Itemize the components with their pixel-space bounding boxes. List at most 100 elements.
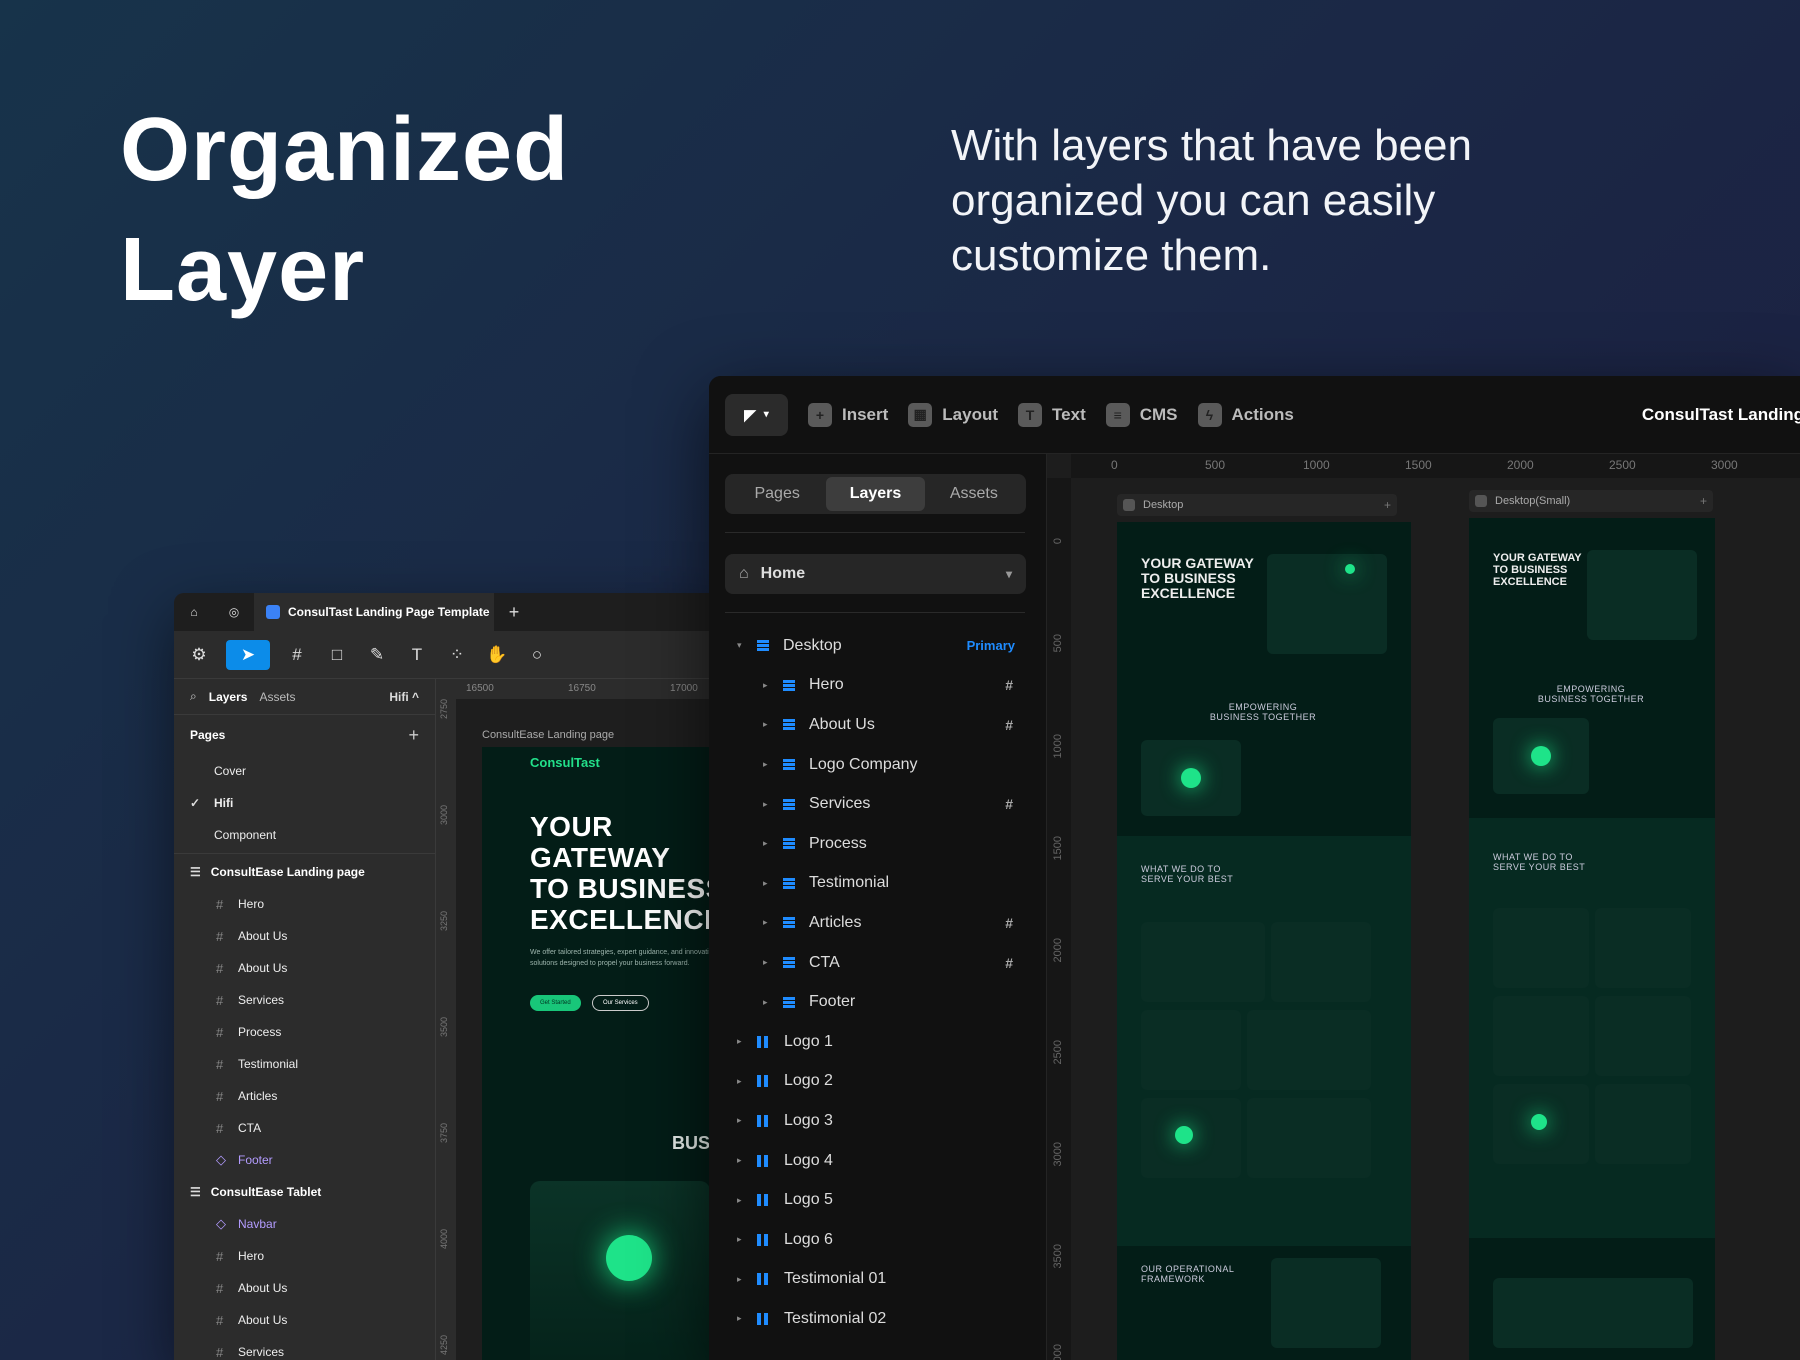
text-tool-icon[interactable]: T bbox=[404, 640, 430, 670]
home-icon[interactable]: ⌂ bbox=[174, 593, 214, 631]
tab-layers[interactable]: Layers bbox=[826, 477, 925, 511]
layer-item[interactable]: # Services bbox=[174, 1336, 435, 1360]
page-item-cover[interactable]: Cover bbox=[174, 755, 435, 787]
layer-item[interactable]: ▸ Hero # bbox=[709, 666, 1047, 706]
page-item-component[interactable]: Component bbox=[174, 819, 435, 851]
layer-desktop[interactable]: ▾ Desktop Primary bbox=[709, 626, 1047, 666]
pen-tool-icon[interactable]: ✎ bbox=[364, 640, 390, 670]
expand-arrow-icon[interactable]: ▸ bbox=[763, 680, 773, 691]
layer-item[interactable]: # About Us bbox=[174, 1304, 435, 1336]
expand-arrow-icon[interactable]: ▸ bbox=[763, 799, 773, 810]
figma-menu-icon[interactable]: ⚙ bbox=[186, 640, 212, 670]
tab-pages[interactable]: Pages bbox=[728, 477, 826, 511]
page-item-hifi[interactable]: Hifi bbox=[174, 787, 435, 819]
expand-arrow-icon[interactable]: ▾ bbox=[737, 640, 747, 651]
move-tool-icon[interactable]: ➤ bbox=[226, 639, 270, 670]
layer-item[interactable]: ▸ CTA # bbox=[709, 943, 1047, 983]
play-icon[interactable] bbox=[1475, 495, 1487, 507]
add-breakpoint-icon[interactable]: + bbox=[1384, 498, 1391, 512]
our-services-button[interactable]: Our Services bbox=[592, 995, 649, 1011]
framer-canvas[interactable]: 0 500 1000 1500 2000 2500 3000 0 500 100… bbox=[1047, 454, 1800, 1360]
component-item[interactable]: ▸ Logo 4 bbox=[709, 1141, 1047, 1181]
play-icon[interactable] bbox=[1123, 499, 1135, 511]
breakpoint-small-bar[interactable]: Desktop(Small) + bbox=[1469, 490, 1713, 512]
page-dropdown[interactable]: Hifi ^ bbox=[389, 690, 419, 704]
layer-item[interactable]: ▸ About Us # bbox=[709, 705, 1047, 745]
layer-item[interactable]: # Process bbox=[174, 1016, 435, 1048]
expand-arrow-icon[interactable]: ▸ bbox=[763, 957, 773, 968]
tab-assets[interactable]: Assets bbox=[925, 477, 1023, 511]
expand-arrow-icon[interactable]: ▸ bbox=[763, 997, 773, 1008]
canvas-frame-label[interactable]: ConsultEase Landing page bbox=[482, 729, 614, 741]
frame-tool-icon[interactable]: # bbox=[284, 640, 310, 670]
figma-canvas[interactable]: 16500 16750 17000 2750 3000 3250 3500 37… bbox=[436, 679, 734, 1360]
insert-label: Insert bbox=[842, 404, 889, 424]
rectangle-tool-icon[interactable]: □ bbox=[324, 640, 350, 670]
search-icon[interactable]: ⌕ bbox=[190, 689, 197, 704]
component-item[interactable]: ▸ Logo 5 bbox=[709, 1180, 1047, 1220]
component-item[interactable]: ▸ Logo 1 bbox=[709, 1022, 1047, 1062]
layer-item[interactable]: # About Us bbox=[174, 920, 435, 952]
expand-arrow-icon[interactable]: ▸ bbox=[763, 759, 773, 770]
project-title[interactable]: ConsulTast Landing bbox=[1642, 405, 1800, 425]
expand-arrow-icon[interactable]: ▸ bbox=[737, 1195, 747, 1206]
get-started-button[interactable]: Get Started bbox=[530, 995, 581, 1011]
frame-landing-page[interactable]: ☰ ConsultEase Landing page bbox=[174, 856, 435, 888]
add-page-icon[interactable]: + bbox=[408, 725, 419, 746]
expand-arrow-icon[interactable]: ▸ bbox=[763, 878, 773, 889]
tab-layers[interactable]: Layers bbox=[209, 690, 248, 704]
figma-file-tab[interactable]: ConsulTast Landing Page Template ✕ bbox=[254, 593, 494, 631]
layer-item-component[interactable]: ◇ Footer bbox=[174, 1144, 435, 1176]
desktop-small-page-preview[interactable]: YOUR GATEWAY TO BUSINESS EXCELLENCE EMPO… bbox=[1469, 518, 1715, 1360]
breakpoint-desktop-bar[interactable]: Desktop + bbox=[1117, 494, 1397, 516]
expand-arrow-icon[interactable]: ▸ bbox=[737, 1234, 747, 1245]
frame-tablet[interactable]: ☰ ConsultEase Tablet bbox=[174, 1176, 435, 1208]
preview-framework: OUR OPERATIONAL FRAMEWORK bbox=[1141, 1264, 1235, 1284]
site-preview[interactable]: ConsulTast YOUR GATEWAY TO BUSINESS EXCE… bbox=[482, 747, 734, 1360]
layer-item[interactable]: ▸ Articles # bbox=[709, 903, 1047, 943]
component-item[interactable]: ▸ Logo 2 bbox=[709, 1062, 1047, 1102]
cms-button[interactable]: ≡ CMS bbox=[1105, 402, 1178, 427]
expand-arrow-icon[interactable]: ▸ bbox=[737, 1313, 747, 1324]
layer-item[interactable]: # Hero bbox=[174, 1240, 435, 1272]
expand-arrow-icon[interactable]: ▸ bbox=[737, 1274, 747, 1285]
insert-button[interactable]: + Insert bbox=[808, 402, 889, 427]
layer-item[interactable]: # Testimonial bbox=[174, 1048, 435, 1080]
layer-item-component[interactable]: ◇ Navbar bbox=[174, 1208, 435, 1240]
component-item[interactable]: ▸ Testimonial 02 bbox=[709, 1299, 1047, 1339]
comment-icon[interactable]: ○ bbox=[524, 640, 550, 670]
layer-item[interactable]: ▸ Logo Company bbox=[709, 745, 1047, 785]
component-item[interactable]: ▸ Logo 6 bbox=[709, 1220, 1047, 1260]
layer-item[interactable]: # About Us bbox=[174, 1272, 435, 1304]
layer-item[interactable]: ▸ Testimonial bbox=[709, 864, 1047, 904]
desktop-page-preview[interactable]: YOUR GATEWAY TO BUSINESS EXCELLENCE EMPO… bbox=[1117, 522, 1411, 1360]
new-tab-button[interactable]: + bbox=[494, 593, 534, 631]
expand-arrow-icon[interactable]: ▸ bbox=[737, 1076, 747, 1087]
layer-item[interactable]: ▸ Footer bbox=[709, 982, 1047, 1022]
expand-arrow-icon[interactable]: ▸ bbox=[737, 1155, 747, 1166]
page-select[interactable]: ⌂ Home ▾ bbox=[725, 554, 1026, 594]
resources-icon[interactable]: ⁘ bbox=[444, 640, 470, 670]
expand-arrow-icon[interactable]: ▸ bbox=[737, 1036, 747, 1047]
layout-button[interactable]: ▦ Layout bbox=[908, 402, 998, 427]
layer-item[interactable]: # Hero bbox=[174, 888, 435, 920]
layer-item[interactable]: # Services bbox=[174, 984, 435, 1016]
expand-arrow-icon[interactable]: ▸ bbox=[763, 917, 773, 928]
tab-assets[interactable]: Assets bbox=[259, 690, 295, 704]
expand-arrow-icon[interactable]: ▸ bbox=[763, 719, 773, 730]
component-item[interactable]: ▸ Testimonial 01 bbox=[709, 1260, 1047, 1300]
layer-item[interactable]: # CTA bbox=[174, 1112, 435, 1144]
layer-item[interactable]: ▸ Process bbox=[709, 824, 1047, 864]
framer-menu-button[interactable]: ◤ ▾ bbox=[725, 393, 788, 436]
expand-arrow-icon[interactable]: ▸ bbox=[737, 1115, 747, 1126]
actions-button[interactable]: ϟ Actions bbox=[1197, 402, 1294, 427]
add-breakpoint-icon[interactable]: + bbox=[1700, 494, 1707, 508]
component-item[interactable]: ▸ Logo 3 bbox=[709, 1101, 1047, 1141]
expand-arrow-icon[interactable]: ▸ bbox=[763, 838, 773, 849]
hand-tool-icon[interactable]: ✋ bbox=[484, 640, 510, 670]
layer-item[interactable]: # Articles bbox=[174, 1080, 435, 1112]
globe-icon[interactable]: ◎ bbox=[214, 593, 254, 631]
text-button[interactable]: T Text bbox=[1018, 402, 1086, 427]
layer-item[interactable]: ▸ Services # bbox=[709, 784, 1047, 824]
layer-item[interactable]: # About Us bbox=[174, 952, 435, 984]
